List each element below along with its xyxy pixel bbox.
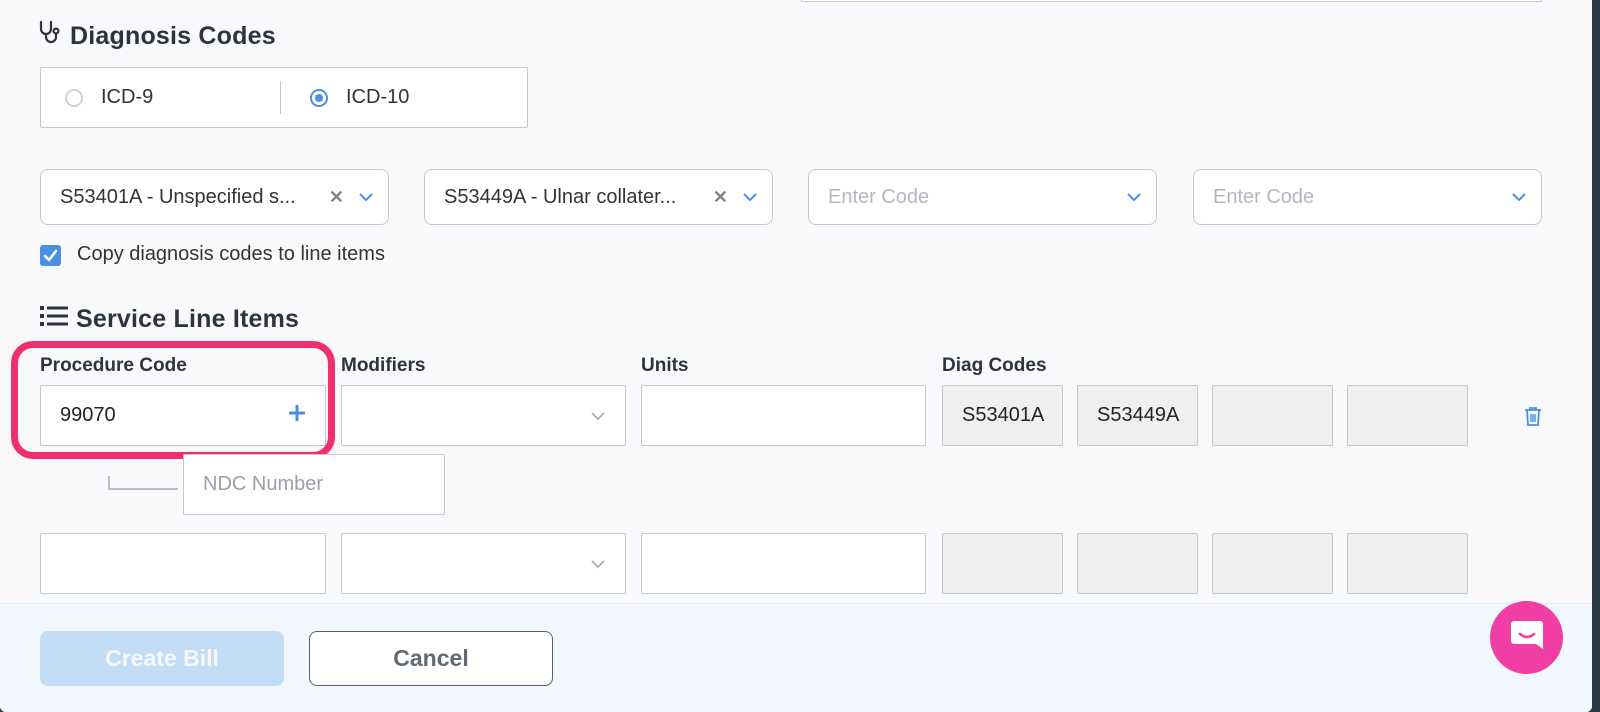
diag-code-box-row-2-1[interactable] bbox=[942, 533, 1063, 594]
diagnosis-code-1-value: S53401A - Unspecified s... bbox=[60, 185, 296, 208]
diag-code-value: S53401A bbox=[962, 404, 1045, 426]
service-line-items-title: Service Line Items bbox=[76, 305, 300, 333]
code-set-radio-group: ICD-9 ICD-10 bbox=[40, 67, 528, 128]
copy-codes-checkbox[interactable] bbox=[40, 245, 61, 266]
ndc-number-placeholder: NDC Number bbox=[203, 473, 324, 495]
previous-field-edge[interactable] bbox=[801, 0, 1542, 2]
chevron-down-icon[interactable] bbox=[590, 404, 606, 427]
diag-code-box-3[interactable] bbox=[1212, 385, 1333, 446]
chevron-down-icon[interactable] bbox=[1511, 192, 1527, 202]
radio-icd9-circle[interactable] bbox=[65, 88, 83, 107]
clear-icon[interactable]: ✕ bbox=[329, 187, 344, 208]
diagnosis-code-3-placeholder: Enter Code bbox=[828, 185, 930, 208]
cancel-label: Cancel bbox=[393, 645, 469, 671]
diagnosis-code-select-2[interactable]: S53449A - Ulnar collater... ✕ bbox=[424, 169, 773, 225]
diag-code-box-4[interactable] bbox=[1347, 385, 1468, 446]
diagnosis-code-select-4[interactable]: Enter Code bbox=[1193, 169, 1542, 225]
diag-code-box-row-2-3[interactable] bbox=[1212, 533, 1333, 594]
diagnosis-code-4-placeholder: Enter Code bbox=[1213, 185, 1315, 208]
chevron-down-icon[interactable] bbox=[1126, 192, 1142, 202]
stethoscope-icon bbox=[38, 20, 62, 53]
create-bill-label: Create Bill bbox=[105, 645, 219, 671]
ndc-number-input[interactable]: NDC Number bbox=[183, 454, 445, 515]
radio-divider bbox=[280, 81, 281, 114]
radio-icd9-label: ICD-9 bbox=[101, 86, 154, 108]
chevron-down-icon[interactable] bbox=[742, 192, 758, 202]
chat-icon bbox=[1509, 618, 1545, 657]
diagnosis-codes-title: Diagnosis Codes bbox=[70, 22, 276, 50]
ndc-connector bbox=[108, 476, 178, 490]
check-icon bbox=[43, 249, 58, 262]
modifiers-select-row-2[interactable] bbox=[341, 533, 626, 594]
procedure-code-input-row-2[interactable] bbox=[40, 533, 326, 594]
modifiers-select[interactable] bbox=[341, 385, 626, 446]
chevron-down-icon[interactable] bbox=[358, 192, 374, 202]
copy-codes-label[interactable]: Copy diagnosis codes to line items bbox=[77, 243, 385, 266]
diagnosis-code-select-1[interactable]: S53401A - Unspecified s... ✕ bbox=[40, 169, 389, 225]
chevron-down-icon[interactable] bbox=[590, 552, 606, 575]
trash-icon[interactable] bbox=[1524, 406, 1542, 431]
service-line-items-heading: Service Line Items bbox=[40, 305, 299, 334]
diag-code-box-1[interactable]: S53401A bbox=[942, 385, 1063, 446]
units-header: Units bbox=[641, 355, 689, 376]
procedure-code-highlight bbox=[11, 341, 335, 459]
radio-icd9[interactable]: ICD-9 bbox=[65, 68, 153, 127]
bill-form-panel: Diagnosis Codes ICD-9 ICD-10 S53401A - U… bbox=[0, 0, 1592, 712]
modifiers-header: Modifiers bbox=[341, 355, 426, 376]
radio-icd10[interactable]: ICD-10 bbox=[310, 68, 409, 127]
units-input[interactable] bbox=[641, 385, 926, 446]
clear-icon[interactable]: ✕ bbox=[713, 187, 728, 208]
cancel-button[interactable]: Cancel bbox=[309, 631, 553, 686]
diag-code-value: S53449A bbox=[1097, 404, 1180, 426]
chat-launcher-button[interactable] bbox=[1490, 601, 1563, 674]
diagnosis-codes-heading: Diagnosis Codes bbox=[38, 20, 276, 53]
radio-icd10-label: ICD-10 bbox=[346, 86, 410, 108]
diag-code-box-row-2-2[interactable] bbox=[1077, 533, 1198, 594]
diag-code-box-2[interactable]: S53449A bbox=[1077, 385, 1198, 446]
diagnosis-code-select-3[interactable]: Enter Code bbox=[808, 169, 1157, 225]
list-icon bbox=[40, 305, 68, 334]
create-bill-button[interactable]: Create Bill bbox=[40, 631, 284, 686]
diag-codes-header: Diag Codes bbox=[942, 355, 1047, 376]
units-input-row-2[interactable] bbox=[641, 533, 926, 594]
diag-code-box-row-2-4[interactable] bbox=[1347, 533, 1468, 594]
diagnosis-code-2-value: S53449A - Ulnar collater... bbox=[444, 185, 677, 208]
radio-icd10-circle[interactable] bbox=[310, 88, 328, 107]
